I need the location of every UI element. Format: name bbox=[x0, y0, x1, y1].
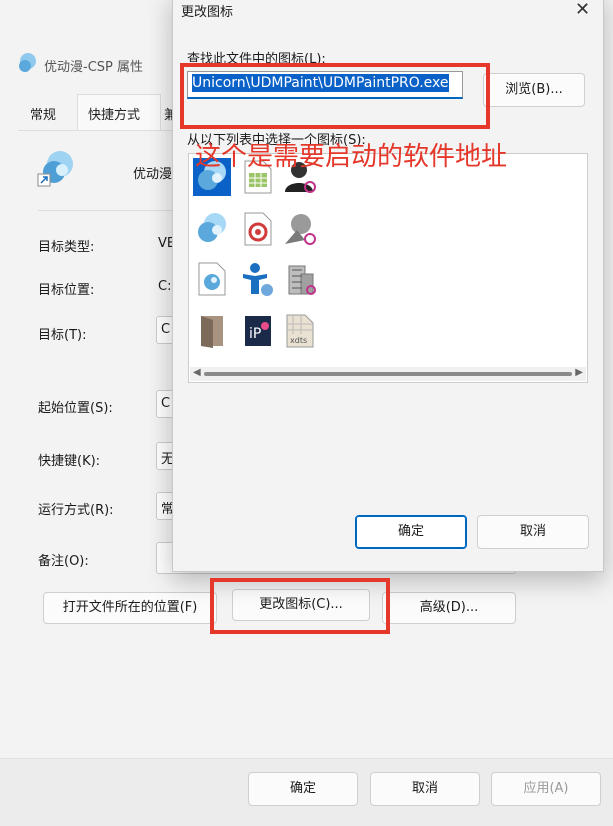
browse-button[interactable]: 浏览(B)... bbox=[483, 73, 585, 107]
ip-app-icon[interactable]: iP bbox=[239, 312, 277, 350]
xdts-label: xdts bbox=[290, 336, 307, 345]
document-red-icon[interactable] bbox=[239, 210, 277, 248]
target-label: 目标(T): bbox=[38, 328, 87, 343]
target-location-value: C: bbox=[158, 279, 172, 294]
close-icon[interactable]: ✕ bbox=[575, 0, 590, 20]
target-location-label: 目标位置: bbox=[38, 283, 95, 298]
tab-general[interactable]: 常规 bbox=[30, 104, 56, 123]
highlight-change-icon-button bbox=[210, 578, 390, 634]
open-file-location-button[interactable]: 打开文件所在的位置(F) bbox=[43, 592, 217, 624]
shortcut-key-label: 快捷键(K): bbox=[38, 454, 101, 469]
tab-shortcut-label: 快捷方式 bbox=[88, 108, 141, 123]
window-title: 优动漫-CSP 属性 bbox=[44, 60, 143, 75]
app-shortcut-icon bbox=[37, 151, 73, 187]
user-network-icon[interactable] bbox=[239, 260, 277, 298]
start-in-label: 起始位置(S): bbox=[38, 401, 113, 416]
svg-text:iP: iP bbox=[249, 326, 261, 342]
door-icon[interactable] bbox=[193, 312, 231, 350]
advanced-button[interactable]: 高级(D)... bbox=[382, 592, 516, 624]
scroll-right-icon[interactable]: ▶ bbox=[575, 367, 583, 378]
icon-list[interactable]: iP xdts ◀ ▶ bbox=[188, 153, 588, 383]
dialog-cancel-button[interactable]: 取消 bbox=[477, 515, 589, 549]
building-icon[interactable] bbox=[281, 260, 319, 298]
app-icon bbox=[19, 53, 36, 72]
scroll-thumb[interactable] bbox=[204, 372, 572, 376]
comment-label: 备注(O): bbox=[38, 554, 89, 569]
horizontal-scrollbar[interactable]: ◀ ▶ bbox=[190, 367, 586, 381]
run-mode-label: 运行方式(R): bbox=[38, 503, 114, 518]
user-gray-icon[interactable] bbox=[281, 210, 319, 248]
ok-button[interactable]: 确定 bbox=[248, 772, 358, 806]
app-name: 优动漫 bbox=[133, 167, 173, 182]
udm-document-icon[interactable] bbox=[193, 260, 231, 298]
dialog-title: 更改图标 bbox=[181, 5, 234, 20]
apply-button[interactable]: 应用(A) bbox=[491, 772, 601, 806]
udm-paint-icon[interactable] bbox=[193, 210, 231, 248]
dialog-ok-button[interactable]: 确定 bbox=[355, 515, 467, 549]
scroll-left-icon[interactable]: ◀ bbox=[193, 367, 201, 378]
xdts-file-icon[interactable]: xdts bbox=[281, 312, 319, 350]
target-type-label: 目标类型: bbox=[38, 240, 95, 255]
tab-shortcut[interactable]: 快捷方式 bbox=[77, 94, 161, 131]
cancel-button[interactable]: 取消 bbox=[370, 772, 480, 806]
annotation-note: 这个是需要启动的软件地址 bbox=[195, 142, 508, 172]
highlight-file-path bbox=[180, 63, 490, 129]
